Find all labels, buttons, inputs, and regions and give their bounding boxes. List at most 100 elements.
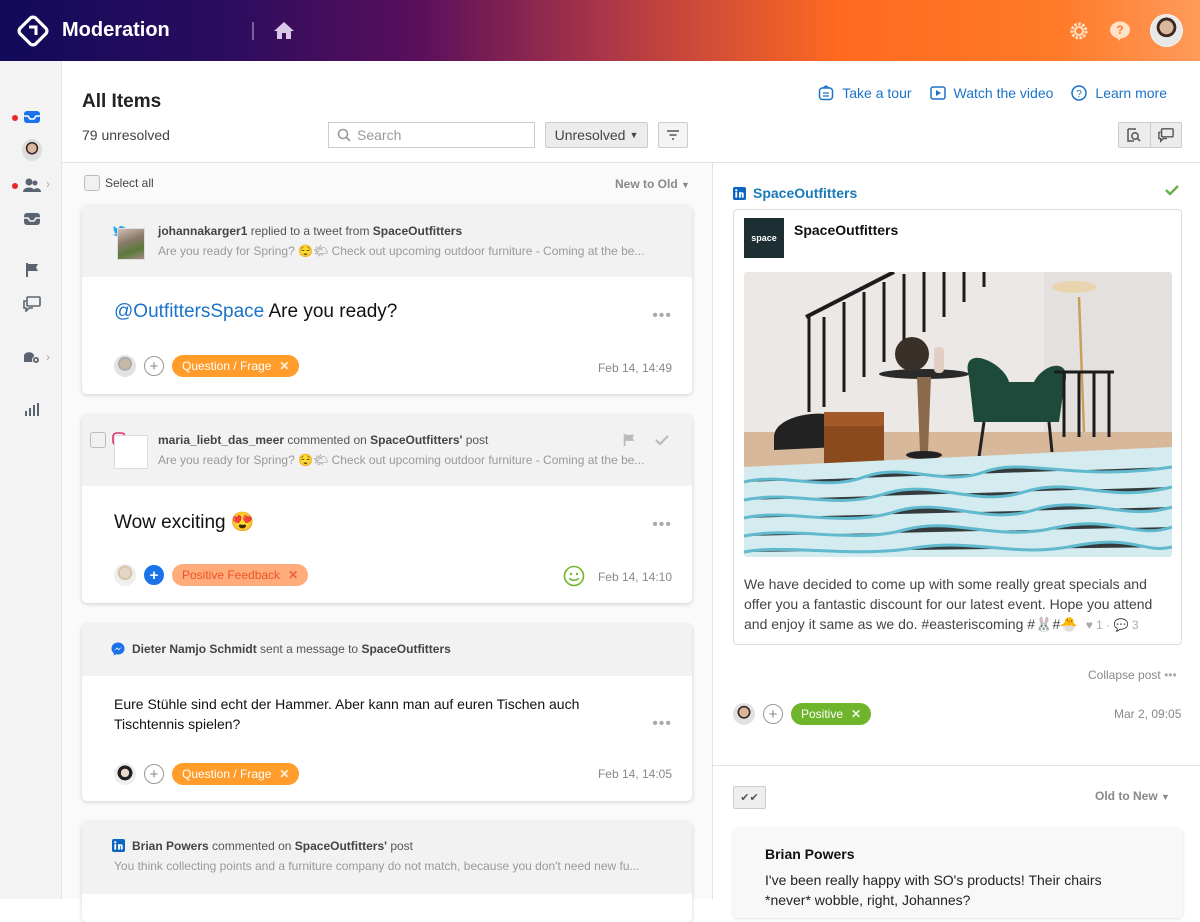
list-item[interactable]: maria_liebt_das_meer commented on SpaceO…: [82, 415, 692, 603]
sidebar-item-team[interactable]: [22, 175, 42, 195]
message-text: Wow exciting 😍: [114, 512, 255, 533]
list-item[interactable]: Dieter Namjo Schmidt sent a message to S…: [82, 624, 692, 801]
collapse-post-button[interactable]: Collapse post •••: [1088, 668, 1177, 682]
assignee-avatar[interactable]: [114, 355, 136, 377]
flag-icon[interactable]: [622, 433, 636, 447]
inbox-icon: [24, 111, 40, 123]
item-date: Feb 14, 14:49: [597, 361, 672, 375]
remove-tag-icon[interactable]: ✕: [851, 707, 861, 721]
post-preview: space SpaceOutfitters We have decided to…: [733, 209, 1182, 645]
sidebar-item-my-items[interactable]: [22, 139, 42, 161]
more-options-icon[interactable]: •••: [652, 307, 672, 325]
divider: [252, 22, 254, 40]
page-title: All Items: [82, 91, 162, 112]
more-options-icon[interactable]: •••: [652, 715, 672, 733]
more-options-icon[interactable]: •••: [1164, 668, 1177, 682]
search-input[interactable]: [357, 127, 527, 143]
flag-icon: [26, 263, 38, 277]
tag-label: Positive Feedback: [182, 568, 281, 582]
item-date: Feb 14, 14:10: [597, 570, 672, 584]
chevron-right-icon[interactable]: ›: [46, 177, 50, 191]
add-tag-button[interactable]: +: [144, 565, 164, 585]
tag-label: Positive: [801, 707, 844, 721]
learn-more-label: Learn more: [1095, 85, 1167, 101]
watch-video-label: Watch the video: [953, 85, 1054, 101]
tag-chip[interactable]: Question / Frage ✕: [172, 763, 300, 785]
unresolved-count: 79 unresolved: [82, 127, 170, 143]
sidebar-item-analytics[interactable]: [22, 399, 42, 419]
sidebar-item-conversations[interactable]: [22, 294, 42, 314]
post-thumbnail: [117, 228, 145, 260]
post-image[interactable]: [744, 272, 1172, 557]
search-icon: [337, 128, 351, 142]
search-document-icon: [1127, 128, 1141, 142]
resolve-all-button[interactable]: ✔✔: [733, 786, 766, 809]
conversation-view-button[interactable]: [1151, 123, 1182, 147]
user-avatar[interactable]: [1150, 14, 1183, 47]
filter-button[interactable]: [658, 122, 688, 148]
learn-more-link[interactable]: ? Learn more: [1071, 85, 1167, 101]
thread-sort-dropdown[interactable]: Old to New ▼: [1095, 789, 1170, 803]
svg-text:?: ?: [1116, 23, 1123, 37]
tag-label: Question / Frage: [182, 767, 272, 781]
status-filter-value: Unresolved: [554, 127, 626, 143]
select-all[interactable]: Select all: [84, 175, 154, 191]
card-footer: + Question / Frage ✕: [114, 763, 300, 785]
assignee-avatar[interactable]: [114, 564, 136, 586]
add-tag-button[interactable]: +: [144, 356, 164, 376]
account-name[interactable]: SpaceOutfitters: [753, 185, 857, 201]
more-options-icon[interactable]: •••: [652, 516, 672, 534]
tag-chip[interactable]: Question / Frage ✕: [172, 355, 300, 377]
tag-chip[interactable]: Positive ✕: [791, 703, 872, 725]
list-item[interactable]: Brian Powers commented on SpaceOutfitter…: [82, 822, 692, 922]
sidebar-item-archive[interactable]: [22, 209, 42, 229]
analytics-icon: [25, 403, 39, 416]
tag-label: Question / Frage: [182, 359, 272, 373]
home-icon[interactable]: [273, 20, 295, 40]
resolve-check-icon[interactable]: [655, 434, 669, 446]
inbox-icon: [24, 213, 40, 225]
card-footer: + Positive Feedback ✕: [114, 564, 309, 586]
agent-settings-icon: [24, 352, 40, 364]
comment-icon: 💬: [1113, 618, 1129, 632]
card-header: Dieter Namjo Schmidt sent a message to S…: [82, 624, 692, 676]
assignee-avatar[interactable]: [733, 703, 755, 725]
remove-tag-icon[interactable]: ✕: [279, 767, 289, 781]
remove-tag-icon[interactable]: ✕: [279, 359, 289, 373]
post-author-logo: space: [744, 218, 784, 258]
sidebar-item-automation[interactable]: [22, 346, 42, 366]
caret-down-icon: ▼: [681, 180, 690, 190]
assignee-avatar[interactable]: [114, 763, 136, 785]
status-filter-dropdown[interactable]: Unresolved ▼: [545, 122, 648, 148]
tag-chip[interactable]: Positive Feedback ✕: [172, 564, 309, 586]
remove-tag-icon[interactable]: ✕: [288, 568, 298, 582]
watch-video-link[interactable]: Watch the video: [929, 85, 1054, 101]
add-tag-button[interactable]: +: [144, 764, 164, 784]
item-meta: maria_liebt_das_meer commented on SpaceO…: [158, 433, 489, 447]
search-box[interactable]: [328, 122, 535, 148]
post-image-illustration: [744, 272, 1172, 557]
message-text: Eure Stühle sind echt der Hammer. Aber k…: [114, 696, 580, 732]
gear-icon[interactable]: [1068, 20, 1090, 42]
chevron-right-icon[interactable]: ›: [46, 350, 50, 364]
resolved-check-icon[interactable]: [1165, 184, 1179, 196]
search-view-button[interactable]: [1119, 123, 1151, 147]
user-avatar: [22, 139, 42, 161]
add-tag-button[interactable]: +: [763, 704, 783, 724]
list-item[interactable]: johannakarger1 replied to a tweet from S…: [82, 206, 692, 394]
card-header: johannakarger1 replied to a tweet from S…: [82, 206, 692, 277]
app-logo-icon[interactable]: [16, 14, 50, 48]
sidebar-item-inbox[interactable]: [22, 107, 42, 127]
chat-icon: [23, 296, 41, 312]
take-tour-link[interactable]: Take a tour: [818, 85, 912, 101]
positive-sentiment-icon[interactable]: [563, 565, 585, 587]
list-sort-dropdown[interactable]: New to Old ▼: [615, 177, 690, 191]
select-all-checkbox[interactable]: [84, 175, 100, 191]
help-bubble-icon[interactable]: ?: [1109, 20, 1131, 42]
sidebar-item-flagged[interactable]: [22, 260, 42, 280]
item-checkbox[interactable]: [90, 432, 106, 448]
sidebar: › ›: [0, 61, 62, 899]
mention-link[interactable]: @OutfittersSpace: [114, 301, 264, 322]
thread-comment[interactable]: Brian Powers I've been really happy with…: [733, 828, 1183, 918]
chat-icon: [1157, 128, 1174, 143]
